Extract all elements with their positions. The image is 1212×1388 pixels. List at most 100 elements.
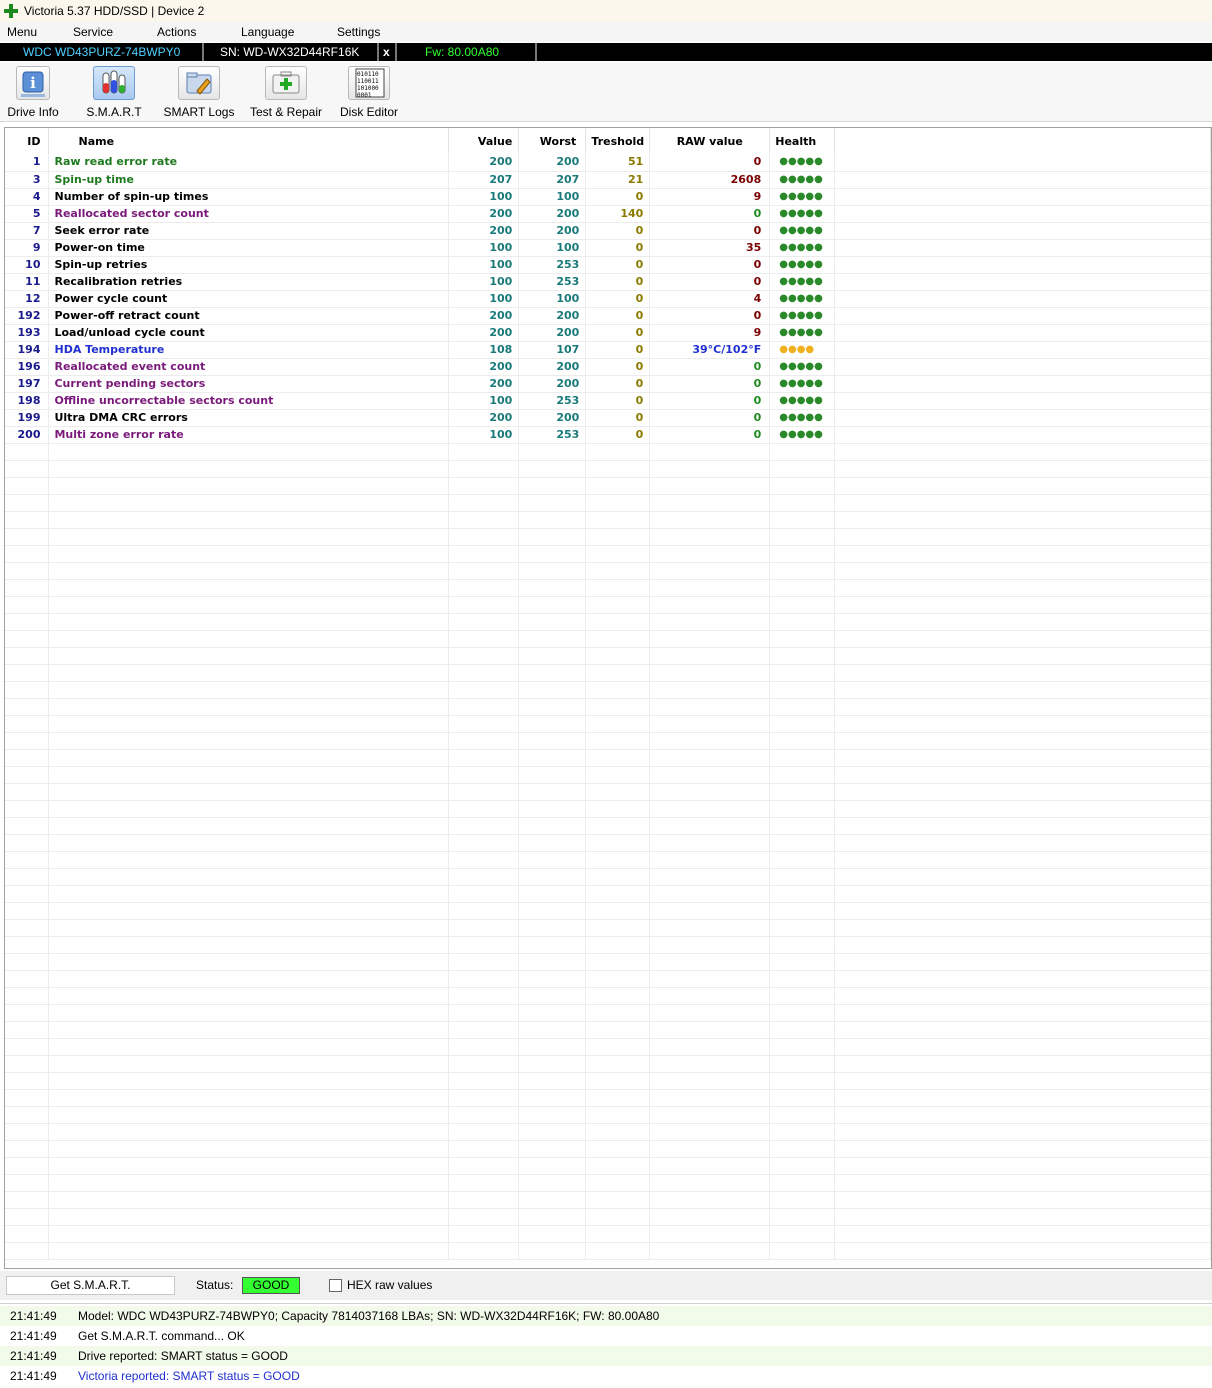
column-header-worst[interactable]: Worst (518, 128, 587, 154)
empty-cell (585, 953, 651, 971)
table-row[interactable]: 193 Load/unload cycle count 200 200 0 9 ●●●●● (5, 324, 1211, 342)
empty-cell (769, 1157, 836, 1175)
row-filler (834, 426, 1211, 444)
empty-cell (5, 681, 50, 699)
table-row[interactable]: 198 Offline uncorrectable sectors count 10… (5, 392, 1211, 410)
empty-row (5, 868, 1211, 886)
empty-cell (518, 1004, 587, 1022)
empty-cell (834, 817, 1211, 835)
empty-cell (769, 1225, 836, 1243)
empty-cell (48, 1174, 450, 1192)
menu-service[interactable]: Service (73, 25, 113, 39)
row-filler (834, 171, 1211, 189)
menu-actions[interactable]: Actions (157, 25, 196, 39)
empty-row (5, 783, 1211, 801)
event-log[interactable]: 21:41:49 Model: WDC WD43PURZ-74BWPY0; Ca… (0, 1303, 1212, 1388)
empty-row (5, 647, 1211, 665)
empty-cell (649, 698, 771, 716)
empty-cell (518, 953, 587, 971)
empty-cell (5, 545, 50, 563)
table-row[interactable]: 194 HDA Temperature 108 107 0 39°C/102°F ●●●● (5, 341, 1211, 359)
empty-cell (48, 1038, 450, 1056)
empty-cell (5, 817, 50, 835)
table-row[interactable]: 192 Power-off retract count 200 200 0 0 ●●●●● (5, 307, 1211, 325)
empty-cell (585, 1004, 651, 1022)
hex-raw-label[interactable]: HEX raw values (347, 1278, 432, 1292)
empty-cell (48, 1242, 450, 1260)
table-row[interactable]: 10 Spin-up retries 100 253 0 0 ●●●●● (5, 256, 1211, 274)
empty-cell (48, 545, 450, 563)
empty-cell (448, 1089, 520, 1107)
attr-name: Seek error rate (48, 222, 450, 240)
empty-cell (448, 1004, 520, 1022)
empty-cell (585, 545, 651, 563)
menu-menu[interactable]: Menu (7, 25, 37, 39)
row-filler (834, 409, 1211, 427)
device-close-button[interactable]: x (383, 43, 390, 61)
empty-row (5, 494, 1211, 512)
hex-raw-checkbox[interactable] (329, 1279, 342, 1292)
empty-cell (769, 1072, 836, 1090)
table-row[interactable]: 12 Power cycle count 100 100 0 4 ●●●●● (5, 290, 1211, 308)
empty-cell (834, 511, 1211, 529)
attr-health-dots: ●●●●● (769, 205, 836, 223)
empty-cell (5, 834, 50, 852)
column-header-id[interactable]: ID (5, 128, 50, 154)
menu-settings[interactable]: Settings (337, 25, 380, 39)
column-header-threshold[interactable]: Treshold (585, 128, 651, 154)
get-smart-button[interactable]: Get S.M.A.R.T. (6, 1276, 175, 1295)
row-filler (834, 307, 1211, 325)
attr-id: 4 (5, 188, 50, 206)
disk-editor-button[interactable]: 010110 110011 101000 0001 Disk Editor (337, 66, 401, 122)
attr-threshold: 0 (585, 222, 651, 240)
empty-cell (5, 477, 50, 495)
column-header-raw[interactable]: RAW value (649, 128, 771, 154)
attr-value: 200 (448, 375, 520, 393)
empty-cell (518, 698, 587, 716)
table-row[interactable]: 200 Multi zone error rate 100 253 0 0 ●●●●● (5, 426, 1211, 444)
smart-logs-button[interactable]: SMART Logs (163, 66, 235, 122)
empty-cell (769, 1004, 836, 1022)
column-header-health[interactable]: Health (769, 128, 836, 154)
test-repair-button[interactable]: Test & Repair (247, 66, 325, 122)
empty-cell (5, 494, 50, 512)
empty-cell (5, 766, 50, 784)
empty-cell (5, 749, 50, 767)
row-filler (834, 324, 1211, 342)
table-row[interactable]: 199 Ultra DMA CRC errors 200 200 0 0 ●●●●● (5, 409, 1211, 427)
attr-id: 200 (5, 426, 50, 444)
empty-cell (518, 817, 587, 835)
empty-row (5, 545, 1211, 563)
menu-language[interactable]: Language (241, 25, 294, 39)
table-row[interactable]: 1 Raw read error rate 200 200 51 0 ●●●●● (5, 154, 1211, 172)
empty-cell (585, 494, 651, 512)
empty-row (5, 630, 1211, 648)
table-row[interactable]: 4 Number of spin-up times 100 100 0 9 ●●●●● (5, 188, 1211, 206)
empty-cell (769, 783, 836, 801)
attr-raw: 0 (649, 154, 771, 172)
empty-cell (834, 851, 1211, 869)
device-model[interactable]: WDC WD43PURZ-74BWPY0 (23, 43, 180, 61)
attr-value: 207 (448, 171, 520, 189)
column-header-name[interactable]: Name (48, 128, 450, 154)
column-header-value[interactable]: Value (448, 128, 520, 154)
smart-attributes-grid[interactable]: ID Name Value Worst Treshold RAW value H… (4, 127, 1212, 1269)
attr-health-dots: ●●●●● (769, 307, 836, 325)
table-row[interactable]: 197 Current pending sectors 200 200 0 0 ●●●●● (5, 375, 1211, 393)
empty-cell (5, 953, 50, 971)
attr-value: 200 (448, 409, 520, 427)
table-row[interactable]: 7 Seek error rate 200 200 0 0 ●●●●● (5, 222, 1211, 240)
empty-cell (448, 681, 520, 699)
drive-info-button[interactable]: i Drive Info (3, 66, 63, 122)
empty-cell (48, 970, 450, 988)
empty-cell (448, 1038, 520, 1056)
table-row[interactable]: 5 Reallocated sector count 200 200 140 0 ●●●●● (5, 205, 1211, 223)
table-row[interactable]: 3 Spin-up time 207 207 21 2608 ●●●●● (5, 171, 1211, 189)
table-row[interactable]: 11 Recalibration retries 100 253 0 0 ●●●●● (5, 273, 1211, 291)
empty-row (5, 902, 1211, 920)
empty-cell (448, 783, 520, 801)
table-row[interactable]: 196 Reallocated event count 200 200 0 0 ●●●●● (5, 358, 1211, 376)
table-row[interactable]: 9 Power-on time 100 100 0 35 ●●●●● (5, 239, 1211, 257)
empty-cell (48, 681, 450, 699)
smart-button[interactable]: S.M.A.R.T (84, 66, 144, 122)
